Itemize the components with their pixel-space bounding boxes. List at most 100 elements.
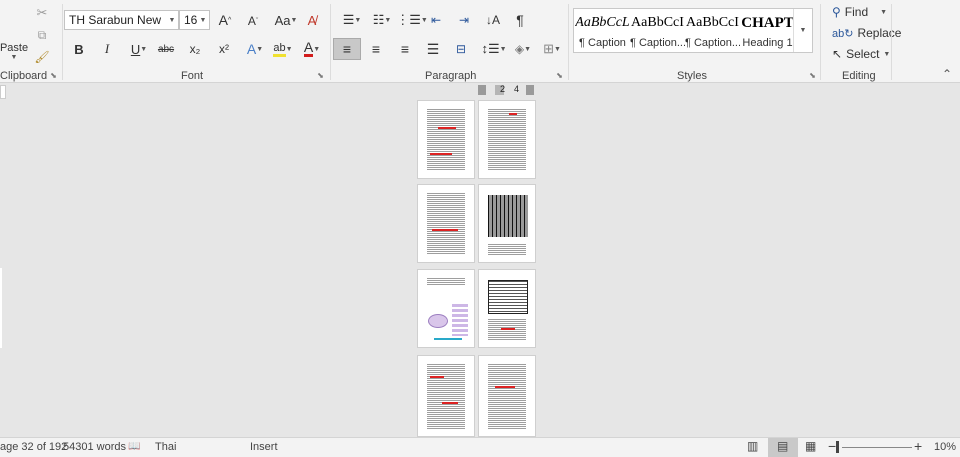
chevron-down-icon: ▼	[553, 45, 561, 53]
collapse-ribbon-icon[interactable]: ⌃	[942, 67, 952, 81]
decrease-indent-button[interactable]: ⇤	[428, 11, 444, 29]
read-mode-icon[interactable]: ▥	[747, 439, 758, 453]
page-icon[interactable]	[478, 85, 486, 95]
grow-font-button[interactable]: A ^	[216, 11, 234, 29]
language-label[interactable]: Thai	[155, 441, 176, 453]
left-panel-edge	[0, 85, 6, 99]
font-size-combo[interactable]: 16 ▼	[179, 10, 210, 30]
change-case-button[interactable]: Aa ▼	[273, 11, 299, 29]
group-label-font: Font	[181, 70, 204, 82]
show-marks-button[interactable]: ¶	[513, 11, 527, 29]
chevron-down-icon: ▼	[256, 45, 264, 53]
page-thumbnail[interactable]	[478, 184, 536, 263]
zoom-thumb[interactable]	[836, 441, 839, 453]
word-count[interactable]: 54301 words	[63, 441, 126, 453]
subscript-button[interactable]: x₂	[186, 40, 204, 58]
superscript-button[interactable]: x²	[215, 40, 233, 58]
dialog-launcher-icon[interactable]: ⬊	[808, 71, 817, 80]
page-count[interactable]: age 32 of 192	[0, 441, 67, 453]
dialog-launcher-icon[interactable]: ⬊	[316, 71, 325, 80]
page-thumbnail[interactable]	[417, 269, 475, 348]
table-thumbnail	[488, 195, 528, 237]
zoom-level[interactable]: 10%	[934, 441, 956, 453]
numbering-button[interactable]: ☷ ▼	[370, 11, 394, 29]
sort-button[interactable]: ↓A	[485, 11, 501, 29]
find-button[interactable]: ⚲ Find ▼	[832, 5, 887, 19]
find-label: Find	[844, 5, 869, 19]
zoom-in-icon[interactable]: +	[914, 438, 922, 454]
grow-font-glyph: A	[218, 12, 229, 28]
chevron-down-icon: ▼	[313, 45, 321, 53]
bold-button[interactable]: B	[70, 40, 88, 58]
chevron-down-icon: ▼	[140, 45, 148, 53]
highlight-button[interactable]: ab ▼	[270, 40, 296, 58]
multilevel-list-button[interactable]: ⋮☰ ▼	[396, 11, 428, 29]
chevron-down-icon: ▼	[384, 16, 392, 24]
style-caption[interactable]: AaBbCcL ¶ Caption	[575, 9, 630, 52]
style-preview: AaBbCcI	[686, 15, 739, 30]
dialog-launcher-icon[interactable]: ⬊	[49, 71, 58, 80]
thai-distributed-button[interactable]: ⊟	[453, 40, 469, 58]
page-icon[interactable]	[526, 85, 534, 95]
proofing-icon[interactable]: 📖	[128, 441, 140, 452]
group-label-styles: Styles	[677, 70, 707, 82]
diagram-caption-bar	[434, 338, 462, 340]
replace-icon: ab↻	[832, 27, 854, 40]
font-name-value: TH Sarabun New	[69, 13, 162, 27]
page-thumbnail[interactable]	[417, 355, 475, 437]
web-layout-icon[interactable]: ▦	[805, 439, 816, 453]
chevron-down-icon: ▼	[420, 16, 428, 24]
clear-formatting-button[interactable]: A̸	[303, 11, 321, 29]
borders-button[interactable]: ⊞ ▼	[540, 40, 564, 58]
select-button[interactable]: ↖ Select ▼	[832, 47, 890, 61]
shading-button[interactable]: ◈ ▼	[511, 40, 535, 58]
zoom-out-icon[interactable]: −	[828, 438, 836, 454]
vertical-ruler	[0, 268, 2, 348]
page-a-label: 2	[500, 84, 506, 94]
chevron-down-icon: ▼	[10, 53, 18, 61]
insert-mode-label[interactable]: Insert	[250, 441, 278, 453]
page-thumbnail[interactable]	[478, 269, 536, 348]
dialog-launcher-icon[interactable]: ⬊	[555, 71, 564, 80]
gallery-scroll[interactable]: ▼	[793, 9, 812, 52]
font-name-combo[interactable]: TH Sarabun New ▼	[64, 10, 179, 30]
style-heading-1[interactable]: CHAPT Heading 1	[740, 9, 795, 52]
style-name: Heading 1	[742, 37, 793, 49]
paste-label: Paste	[0, 41, 29, 54]
chevron-down-icon[interactable]: ▼	[166, 17, 178, 24]
cut-button[interactable]: ✂	[34, 5, 50, 21]
italic-button[interactable]: I	[98, 40, 116, 58]
text-effects-button[interactable]: A ▼	[244, 40, 266, 58]
group-label-editing: Editing	[842, 70, 876, 82]
style-caption-2[interactable]: AaBbCcI ¶ Caption...	[630, 9, 685, 52]
underline-button[interactable]: U ▼	[126, 40, 152, 58]
chevron-down-icon: ▼	[354, 16, 362, 24]
replace-label: Replace	[857, 26, 902, 40]
page-thumbnail[interactable]	[478, 355, 536, 437]
zoom-slider[interactable]	[842, 447, 912, 448]
chevron-down-icon: ▼	[499, 45, 507, 53]
group-label-paragraph: Paragraph	[425, 70, 477, 82]
copy-button[interactable]: ⧉	[34, 27, 50, 43]
page-thumbnail[interactable]	[417, 100, 475, 179]
divider	[330, 4, 331, 80]
justify-button[interactable]: ☰	[425, 40, 441, 58]
line-spacing-button[interactable]: ↕☰ ▼	[481, 40, 507, 58]
align-left-button[interactable]: ≡	[333, 38, 361, 60]
style-caption-3[interactable]: AaBbCcI ¶ Caption...	[685, 9, 740, 52]
diagram-boxes	[452, 304, 468, 336]
align-right-button[interactable]: ≡	[397, 40, 413, 58]
increase-indent-button[interactable]: ⇥	[456, 11, 472, 29]
paste-button[interactable]: Paste ▼	[0, 38, 28, 64]
shrink-font-button[interactable]: Aˇ	[245, 12, 261, 30]
chevron-down-icon[interactable]: ▼	[197, 17, 209, 24]
align-center-button[interactable]: ≡	[368, 40, 384, 58]
page-thumbnail[interactable]	[478, 100, 536, 179]
page-thumbnail[interactable]	[417, 184, 475, 263]
strikethrough-button[interactable]: abc	[156, 40, 176, 58]
format-painter-button[interactable]: 🖌	[34, 49, 50, 65]
chevron-down-icon: ▼	[290, 16, 298, 24]
bullets-button[interactable]: ☰ ▼	[340, 11, 364, 29]
font-color-button[interactable]: A ▼	[300, 40, 324, 58]
chevron-down-icon: ▼	[285, 45, 293, 53]
